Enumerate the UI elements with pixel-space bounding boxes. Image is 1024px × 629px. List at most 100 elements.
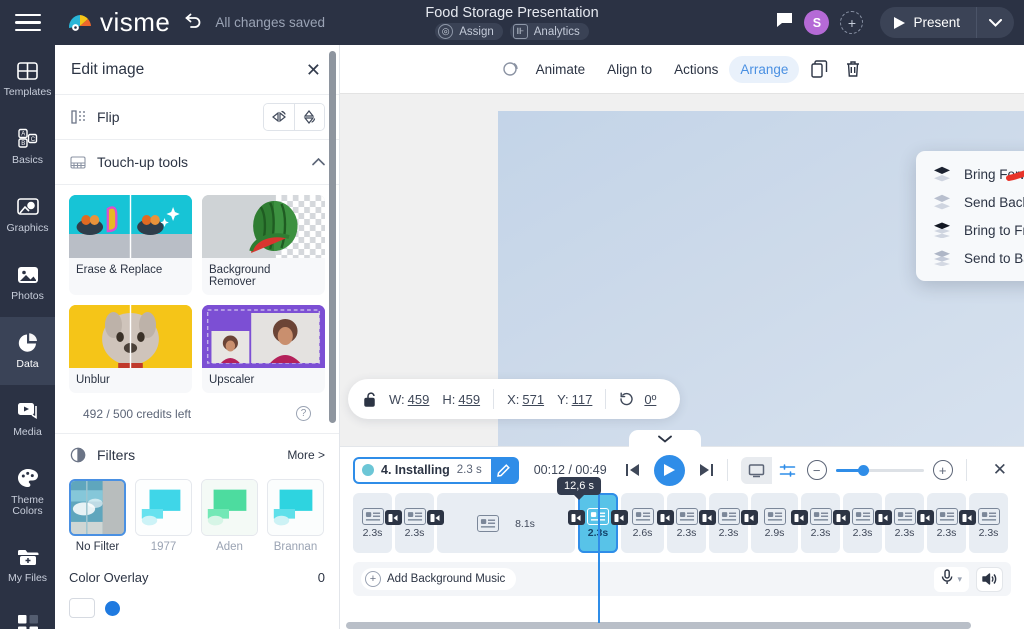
- transition-icon[interactable]: [568, 510, 585, 525]
- transition-icon[interactable]: [917, 510, 934, 525]
- panel-scrollbar[interactable]: [329, 51, 336, 423]
- duplicate-icon[interactable]: [808, 58, 830, 80]
- avatar[interactable]: S: [804, 10, 830, 35]
- menu-item-send-to-back[interactable]: Send to Back: [916, 244, 1024, 272]
- transition-icon[interactable]: [427, 510, 444, 525]
- timeline-close-icon[interactable]: ✕: [993, 460, 1011, 480]
- timeline-track[interactable]: 2.3s 2.3s 8.1s 2.3s 2.6s 2.3s 2.3s 2.9s 2.3s 2.3s…: [353, 477, 1011, 623]
- transition-icon[interactable]: [833, 510, 850, 525]
- color-swatch-blue[interactable]: [105, 600, 120, 616]
- flip-vertical-icon[interactable]: [294, 104, 324, 130]
- microphone-icon[interactable]: [941, 568, 953, 590]
- skip-previous-icon[interactable]: [625, 463, 640, 477]
- sidebar-item-media[interactable]: Media: [0, 385, 55, 453]
- filter-no-filter[interactable]: No Filter: [69, 479, 126, 553]
- height-value[interactable]: 459: [458, 392, 480, 407]
- filters-more-link[interactable]: More >: [287, 448, 325, 462]
- chevron-up-icon[interactable]: [312, 155, 325, 169]
- filter-aden[interactable]: Aden: [201, 479, 258, 553]
- zoom-slider[interactable]: [835, 464, 924, 476]
- plus-icon: +: [365, 571, 381, 587]
- present-dropdown-chevron-down-icon[interactable]: [976, 7, 1014, 38]
- sidebar-item-templates[interactable]: Templates: [0, 45, 55, 113]
- rotation-value[interactable]: 0º: [644, 392, 656, 407]
- present-button[interactable]: Present: [880, 7, 976, 38]
- width-value[interactable]: 459: [408, 392, 430, 407]
- timeline-segment[interactable]: 2.9s: [751, 493, 808, 553]
- transition-icon[interactable]: [385, 510, 402, 525]
- graphics-icon: [16, 195, 40, 219]
- playhead[interactable]: [598, 483, 600, 623]
- divider: [965, 459, 967, 481]
- touchup-section-header[interactable]: Touch-up tools: [55, 140, 339, 185]
- zoom-slider-knob[interactable]: [857, 464, 869, 476]
- assign-button[interactable]: ◎ Assign: [435, 23, 503, 40]
- tool-label: Unblur: [76, 374, 110, 386]
- sidebar-item-data[interactable]: Data: [0, 317, 55, 385]
- analytics-button[interactable]: ⊪ Analytics: [509, 23, 589, 40]
- sidebar-item-basics[interactable]: A B C Basics: [0, 113, 55, 181]
- color-swatch-empty[interactable]: [69, 598, 95, 618]
- align-to-button[interactable]: Align to: [596, 56, 663, 83]
- sidebar-item-graphics[interactable]: Graphics: [0, 181, 55, 249]
- close-icon[interactable]: ✕: [306, 61, 321, 79]
- sidebar-item-apps[interactable]: Apps: [0, 599, 55, 629]
- arrange-button[interactable]: Arrange: [729, 55, 800, 83]
- hamburger-menu-icon[interactable]: [0, 13, 55, 32]
- segment-thumbnail-icon: [717, 507, 740, 525]
- sidebar-item-photos[interactable]: Photos: [0, 249, 55, 317]
- tool-erase-replace[interactable]: Erase & Replace: [69, 195, 192, 295]
- transition-icon[interactable]: [875, 510, 892, 525]
- microphone-control[interactable]: ▾: [934, 566, 969, 592]
- transition-icon[interactable]: [657, 510, 674, 525]
- trash-icon[interactable]: [842, 58, 864, 80]
- transition-icon[interactable]: [699, 510, 716, 525]
- skip-next-icon[interactable]: [699, 463, 714, 477]
- add-background-music-button[interactable]: + Add Background Music: [361, 568, 517, 590]
- transition-icon[interactable]: [741, 510, 758, 525]
- transition-icon[interactable]: [959, 510, 976, 525]
- color-overlay-label: Color Overlay: [69, 570, 149, 585]
- filter-thumbnail: [69, 479, 126, 536]
- tool-upscaler[interactable]: Upscaler: [202, 305, 325, 393]
- timeline-view-icon[interactable]: [771, 456, 803, 484]
- rotate-icon[interactable]: [619, 392, 634, 406]
- x-value[interactable]: 571: [522, 392, 544, 407]
- timeline-collapse-tab[interactable]: [629, 430, 701, 448]
- play-button[interactable]: [653, 454, 685, 486]
- horizontal-scrollbar[interactable]: [346, 622, 971, 629]
- filter-brannan[interactable]: Brannan: [267, 479, 324, 553]
- animate-button[interactable]: Animate: [525, 56, 597, 83]
- minus-circle-icon[interactable]: −: [806, 460, 827, 480]
- question-circle-icon[interactable]: ?: [296, 406, 311, 421]
- pencil-icon[interactable]: [491, 459, 517, 482]
- menu-item-send-backward[interactable]: Send Backward: [916, 188, 1024, 216]
- transition-icon[interactable]: [611, 510, 628, 525]
- menu-item-bring-to-front[interactable]: Bring to Front: [916, 216, 1024, 244]
- sidebar-item-my-files[interactable]: My Files: [0, 531, 55, 599]
- chevron-down-icon[interactable]: ▾: [957, 574, 962, 585]
- current-scene-chip[interactable]: 4. Installing 2.3 s: [353, 456, 519, 484]
- transition-icon[interactable]: [791, 510, 808, 525]
- y-value[interactable]: 117: [572, 392, 593, 407]
- timeline-segment[interactable]: 2.3s: [353, 493, 402, 553]
- filter-1977[interactable]: 1977: [135, 479, 192, 553]
- timeline-segment[interactable]: 8.1s: [437, 493, 585, 553]
- speaker-icon[interactable]: [976, 566, 1003, 592]
- brand-logo[interactable]: visme: [67, 7, 203, 38]
- unlock-icon[interactable]: [364, 391, 378, 407]
- menu-item-bring-forward[interactable]: Bring Forward: [916, 160, 1024, 188]
- flip-horizontal-icon[interactable]: [264, 104, 294, 130]
- add-collaborator-icon[interactable]: +: [840, 11, 864, 34]
- slide-view-icon[interactable]: [740, 456, 772, 484]
- tool-background-remover[interactable]: Background Remover: [202, 195, 325, 295]
- actions-button[interactable]: Actions: [663, 56, 729, 83]
- plus-circle-icon[interactable]: +: [932, 460, 953, 480]
- comment-icon[interactable]: [776, 12, 793, 33]
- flip-icon: [69, 109, 86, 126]
- tool-unblur[interactable]: Unblur: [69, 305, 192, 393]
- sidebar-item-theme-colors[interactable]: Theme Colors: [0, 453, 55, 531]
- undo-arrow-icon[interactable]: [183, 11, 203, 35]
- brand-name: visme: [100, 7, 171, 37]
- animate-icon[interactable]: [500, 58, 522, 80]
